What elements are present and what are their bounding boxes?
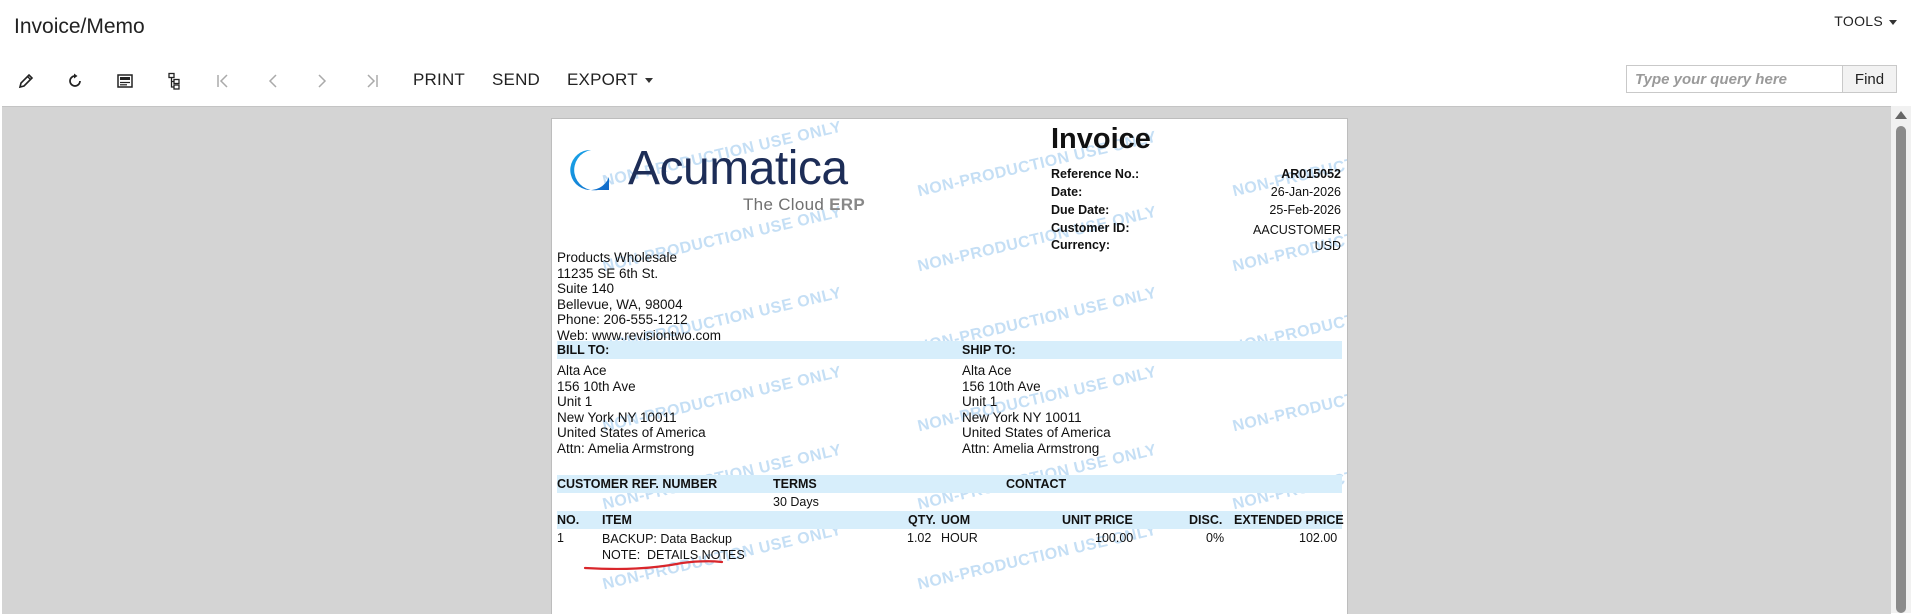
unit-price-header: UNIT PRICE: [1062, 513, 1133, 527]
ship-to-address: Alta Ace 156 10th Ave Unit 1 New York NY…: [962, 363, 1111, 456]
acumatica-logo-icon: [570, 149, 609, 191]
item-header: ITEM: [602, 513, 632, 527]
invoice-title: Invoice: [1051, 123, 1151, 155]
due-date-label: Due Date:: [1051, 203, 1110, 217]
line-extended-price: 102.00: [1299, 531, 1338, 545]
bill-to-label: BILL TO:: [557, 343, 610, 357]
export-button[interactable]: EXPORT: [567, 70, 653, 90]
tree-icon[interactable]: [161, 68, 187, 94]
chevron-down-icon: [644, 78, 653, 84]
no-header: NO.: [557, 513, 580, 527]
vertical-scrollbar[interactable]: [1891, 106, 1911, 613]
customer-id-value: AACUSTOMER: [1253, 223, 1341, 237]
logo-tagline: The Cloud ERP: [743, 195, 866, 214]
red-underline-annotation: [583, 560, 724, 571]
tools-menu[interactable]: TOOLS: [1834, 13, 1897, 29]
title-bar: Invoice/Memo TOOLS: [0, 0, 1911, 56]
extended-price-header: EXTENDED PRICE: [1234, 513, 1344, 527]
scroll-up-arrow-icon[interactable]: [1895, 111, 1907, 119]
customer-id-label: Customer ID:: [1051, 221, 1130, 235]
line-unit-price: 100.00: [1095, 531, 1134, 545]
scroll-thumb[interactable]: [1896, 126, 1906, 613]
export-label: EXPORT: [567, 70, 638, 89]
watermark: NON-PRODUCTION USE ONLY: [1231, 364, 1348, 436]
chevron-down-icon: [1889, 19, 1897, 25]
bill-to-address: Alta Ace 156 10th Ave Unit 1 New York NY…: [557, 363, 706, 456]
invoice-page: NON-PRODUCTION USE ONLY NON-PRODUCTION U…: [551, 118, 1348, 614]
line-disc: 0%: [1206, 531, 1225, 545]
first-page-icon[interactable]: [210, 68, 236, 94]
disc-header: DISC.: [1189, 513, 1223, 527]
tools-label: TOOLS: [1834, 13, 1883, 29]
due-date-value: 25-Feb-2026: [1269, 203, 1341, 217]
watermark: NON-PRODUCTION USE ONLY: [916, 203, 1159, 276]
page-title: Invoice/Memo: [14, 15, 145, 38]
uom-header: UOM: [941, 513, 971, 527]
ship-to-label: SHIP TO:: [962, 343, 1016, 357]
pencil-icon[interactable]: [13, 68, 39, 94]
contact-header: CONTACT: [1006, 477, 1067, 491]
refresh-icon[interactable]: [62, 68, 88, 94]
terms-value: 30 Days: [773, 495, 819, 509]
screen-icon[interactable]: [112, 68, 138, 94]
last-page-icon[interactable]: [359, 68, 385, 94]
line-qty: 1.02: [907, 531, 932, 545]
search-input[interactable]: [1627, 66, 1832, 92]
print-button[interactable]: PRINT: [413, 70, 465, 90]
logo-wordmark: Acumatica: [628, 142, 848, 195]
toolbar: PRINT SEND EXPORT Find: [0, 56, 1911, 106]
date-label: Date:: [1051, 185, 1083, 199]
currency-value: USD: [1314, 239, 1341, 253]
currency-label: Currency:: [1051, 238, 1111, 252]
company-address: Products Wholesale 11235 SE 6th St. Suit…: [557, 250, 722, 343]
line-uom: HOUR: [941, 531, 978, 545]
find-button[interactable]: Find: [1843, 65, 1897, 93]
search-box: [1626, 65, 1843, 93]
terms-header: TERMS: [773, 477, 817, 491]
company-logo: Acumatica The Cloud ERP: [568, 142, 865, 214]
previous-page-icon[interactable]: [260, 68, 286, 94]
address-header-band: [557, 341, 1342, 359]
line-item: BACKUP: Data Backup: [602, 532, 732, 546]
qty-header: QTY.: [908, 513, 936, 527]
send-button[interactable]: SEND: [492, 70, 540, 90]
customer-ref-header: CUSTOMER REF. NUMBER: [557, 477, 718, 491]
next-page-icon[interactable]: [309, 68, 335, 94]
reference-label: Reference No.:: [1051, 167, 1140, 181]
line-no: 1: [557, 531, 564, 545]
reference-value: AR015052: [1281, 167, 1341, 181]
date-value: 26-Jan-2026: [1270, 185, 1341, 199]
report-viewer[interactable]: NON-PRODUCTION USE ONLY NON-PRODUCTION U…: [2, 106, 1891, 614]
